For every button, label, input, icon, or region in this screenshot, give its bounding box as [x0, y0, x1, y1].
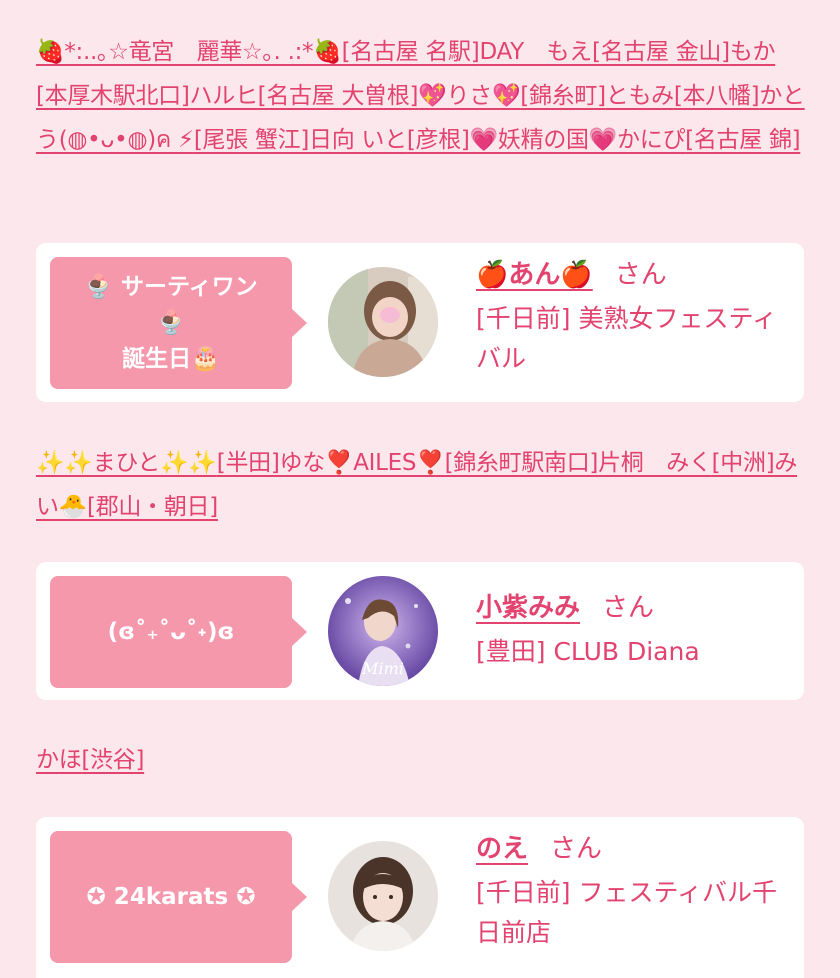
name-link[interactable]: ハルヒ [190, 83, 258, 109]
name-link[interactable]: 日向 いと [309, 127, 407, 153]
trending-names-list-2: ✨✨まひと✨✨[半田]ゆな❣️AILES❣️[錦糸町駅南口]片桐 みく[中洲]み… [36, 441, 806, 529]
name-link[interactable]: DAY もえ [479, 39, 592, 65]
profile-card[interactable]: (ɞ˚₊˚ᴗ˚˖)ɞ Mimi 小紫みみ さん [豊田] CLUB Diana [36, 562, 804, 700]
area-link[interactable]: [錦糸町] [520, 83, 606, 109]
area-link[interactable]: [渋谷] [81, 747, 144, 773]
name-link[interactable]: ゆな❣️AILES❣️ [280, 450, 445, 476]
shop-label: [千日前] 美熟女フェスティバル [476, 304, 777, 373]
profile-card[interactable]: ✪ 24karats ✪ のえ さん [千日前] フェスティバル千日前店 [36, 817, 804, 978]
name-link[interactable]: 💖りさ💖 [418, 83, 520, 109]
area-link[interactable]: [尾張 蟹江] [194, 127, 309, 153]
trending-names-list-1: 🍓*:..｡☆竜宮 麗華☆｡. .:*🍓[名古屋 名駅]DAY もえ[名古屋 金… [36, 30, 806, 162]
avatar[interactable] [328, 841, 438, 951]
name-link[interactable]: ✨✨まひと✨✨ [36, 450, 217, 476]
bubble-text-line: (ɞ˚₊˚ᴗ˚˖)ɞ [107, 619, 235, 645]
profile-info: のえ さん [千日前] フェスティバル千日前店 [476, 829, 796, 953]
name-link[interactable]: 🍓*:..｡☆竜宮 麗華☆｡. .:*🍓 [36, 39, 342, 65]
profile-card[interactable]: 🍨 サーティワン 🍨 誕生日🎂 🍎あん🍎 さん [千日前] 美熟女フェスティバル [36, 243, 804, 402]
profile-name-link[interactable]: のえ [476, 829, 528, 869]
area-link[interactable]: [名古屋 名駅] [342, 39, 480, 65]
area-link[interactable]: [名古屋 大曽根] [258, 83, 419, 109]
area-link[interactable]: [錦糸町駅南口] [445, 450, 599, 476]
message-bubble: ✪ 24karats ✪ [50, 831, 307, 963]
honorific: さん [614, 260, 667, 290]
profile-name-link[interactable]: 🍎あん🍎 [476, 255, 593, 295]
area-link[interactable]: [彦根] [407, 127, 470, 153]
bubble-text-line: ✪ 24karats ✪ [86, 884, 256, 910]
honorific: さん [602, 593, 655, 623]
area-link[interactable]: [名古屋 金山] [592, 39, 730, 65]
shop-label: [豊田] CLUB Diana [476, 637, 700, 666]
area-link[interactable]: [中洲] [712, 450, 775, 476]
honorific: さん [550, 834, 603, 864]
area-link[interactable]: [本厚木駅北口] [36, 83, 190, 109]
area-link[interactable]: [本八幡] [674, 83, 760, 109]
shop-label: [千日前] フェスティバル千日前店 [476, 878, 777, 947]
avatar[interactable] [328, 267, 438, 377]
area-link[interactable]: [郡山・朝日] [87, 494, 218, 520]
bubble-text-line: 🍨 サーティワン [84, 274, 258, 300]
profile-name-link[interactable]: 小紫みみ [476, 588, 580, 628]
name-link[interactable]: かほ [36, 747, 82, 773]
message-bubble: 🍨 サーティワン 🍨 誕生日🎂 [50, 257, 307, 389]
profile-info: 小紫みみ さん [豊田] CLUB Diana [476, 588, 796, 672]
profile-info: 🍎あん🍎 さん [千日前] 美熟女フェスティバル [476, 255, 796, 379]
area-link[interactable]: [半田] [217, 450, 280, 476]
trending-names-list-3: かほ[渋谷] [36, 738, 806, 782]
name-link[interactable]: ともみ [606, 83, 674, 109]
name-link[interactable]: 💗妖精の国💗かにぴ [470, 127, 686, 153]
name-link[interactable]: もか [730, 39, 776, 65]
area-link[interactable]: [名古屋 錦] [685, 127, 800, 153]
message-bubble: (ɞ˚₊˚ᴗ˚˖)ɞ [50, 576, 307, 688]
avatar[interactable]: Mimi [328, 576, 438, 686]
name-link[interactable]: 片桐 みく [598, 450, 712, 476]
svg-text:Mimi: Mimi [361, 659, 404, 678]
bubble-text-line: 🍨 [156, 310, 186, 336]
bubble-text-line: 誕生日🎂 [122, 346, 220, 372]
